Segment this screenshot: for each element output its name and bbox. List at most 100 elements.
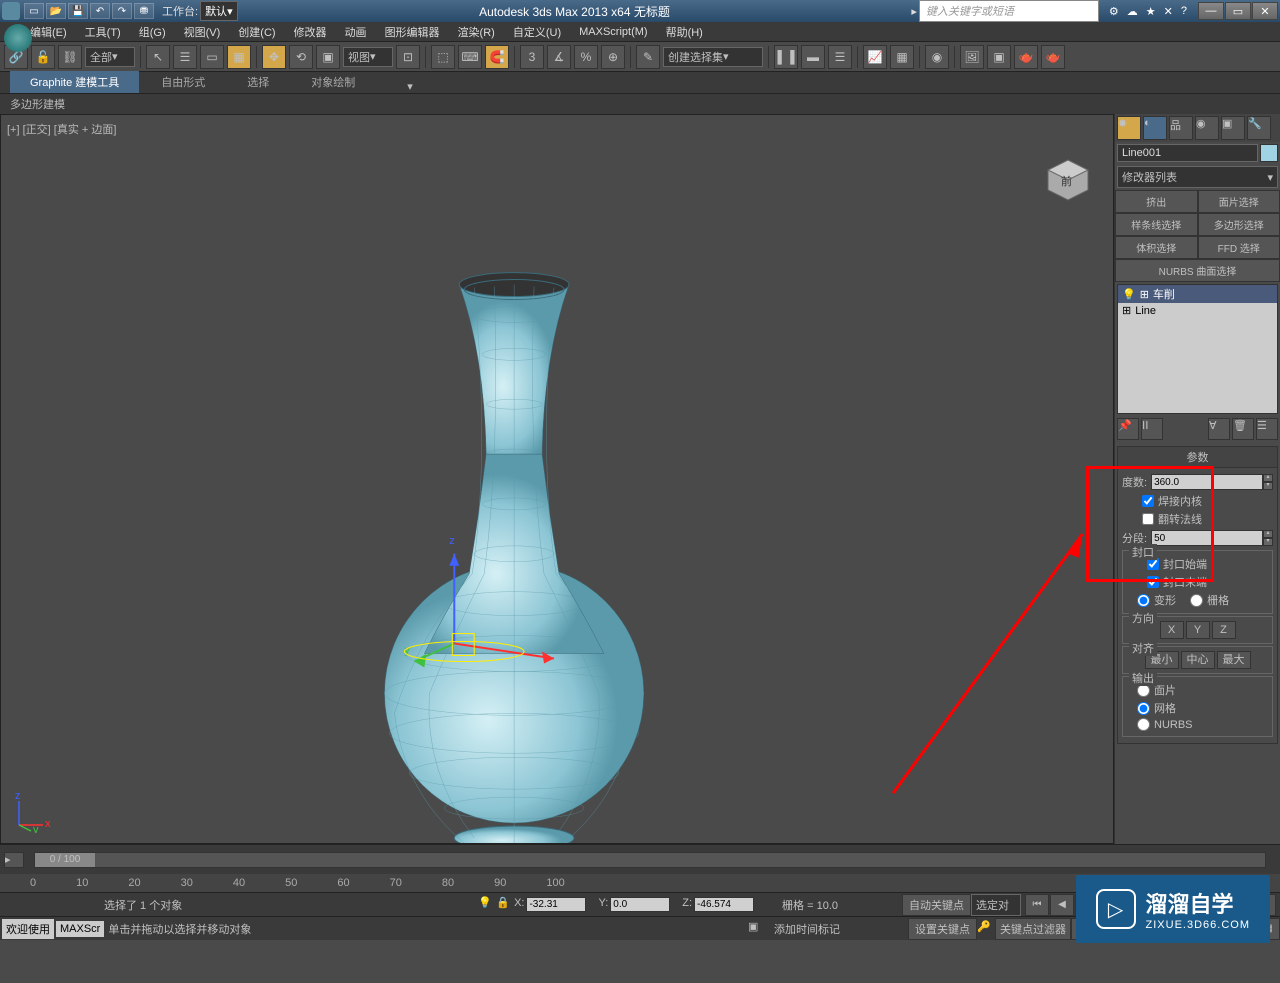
auto-key-button[interactable]: 自动关键点 bbox=[902, 894, 971, 916]
dir-x-button[interactable]: X bbox=[1160, 621, 1184, 639]
add-time-tag[interactable]: 添加时间标记 bbox=[766, 921, 848, 937]
segments-input[interactable] bbox=[1151, 530, 1263, 546]
select-name-icon[interactable]: ☰ bbox=[173, 45, 197, 69]
set-key-button[interactable]: 设置关键点 bbox=[908, 918, 977, 940]
qat-save[interactable]: 💾 bbox=[68, 3, 88, 19]
qat-open[interactable]: 📂 bbox=[46, 3, 66, 19]
modify-tab-icon[interactable]: ◐ bbox=[1143, 116, 1167, 140]
weld-core-checkbox[interactable] bbox=[1142, 495, 1154, 507]
maxscript-listener[interactable]: MAXScr bbox=[56, 921, 104, 937]
ref-coord-dropdown[interactable]: 视图 ▾ bbox=[343, 47, 393, 67]
viewport-label[interactable]: [+] [正交] [真实 + 边面] bbox=[7, 121, 116, 137]
dir-z-button[interactable]: Z bbox=[1212, 621, 1236, 639]
mirror-icon[interactable]: ▌▐ bbox=[774, 45, 798, 69]
show-end-icon[interactable]: ⅠⅠ bbox=[1141, 418, 1163, 440]
snap-3-icon[interactable]: 3 bbox=[520, 45, 544, 69]
qat-new[interactable]: ▭ bbox=[24, 3, 44, 19]
lock-selection-icon[interactable]: 🔒 bbox=[492, 896, 510, 914]
search-input[interactable]: 键入关键字或短语 bbox=[919, 0, 1099, 22]
menu-help[interactable]: 帮助(H) bbox=[666, 24, 703, 40]
object-color-swatch[interactable] bbox=[1260, 144, 1278, 162]
tab-graphite[interactable]: Graphite 建模工具 bbox=[10, 71, 139, 93]
unlink-icon[interactable]: 🔓 bbox=[31, 45, 55, 69]
modifier-stack[interactable]: 💡⊞车削 ⊞Line bbox=[1117, 284, 1278, 414]
menu-create[interactable]: 创建(C) bbox=[238, 24, 275, 40]
spin-up-icon[interactable]: ▴ bbox=[1263, 474, 1273, 482]
mod-ffdsel[interactable]: FFD 选择 bbox=[1198, 236, 1280, 259]
select-icon[interactable]: ↖ bbox=[146, 45, 170, 69]
menu-graph[interactable]: 图形编辑器 bbox=[385, 24, 440, 40]
display-tab-icon[interactable]: ▣ bbox=[1221, 116, 1245, 140]
out-nurbs-radio[interactable] bbox=[1137, 718, 1150, 731]
spin-down-icon[interactable]: ▾ bbox=[1263, 482, 1273, 490]
align-center-button[interactable]: 中心 bbox=[1181, 651, 1215, 669]
align-icon[interactable]: ▬ bbox=[801, 45, 825, 69]
star-icon[interactable]: ★ bbox=[1146, 5, 1156, 18]
tab-freeform[interactable]: 自由形式 bbox=[141, 71, 225, 93]
view-cube[interactable]: 前 bbox=[1043, 155, 1093, 205]
named-set-dropdown[interactable]: 创建选择集 ▾ bbox=[663, 47, 763, 67]
render-frame-icon[interactable]: ▣ bbox=[987, 45, 1011, 69]
minimize-button[interactable]: — bbox=[1198, 2, 1224, 20]
key-filter-button[interactable]: 关键点过滤器 bbox=[995, 918, 1071, 940]
viewport[interactable]: [+] [正交] [真实 + 边面] bbox=[0, 114, 1114, 844]
qat-project[interactable]: ⛃ bbox=[134, 3, 154, 19]
mod-volsel[interactable]: 体积选择 bbox=[1115, 236, 1198, 259]
menu-customize[interactable]: 自定义(U) bbox=[513, 24, 561, 40]
dir-y-button[interactable]: Y bbox=[1186, 621, 1210, 639]
motion-tab-icon[interactable]: ◉ bbox=[1195, 116, 1219, 140]
lightbulb-icon[interactable]: 💡 bbox=[1122, 288, 1136, 301]
ribbon-subheader[interactable]: 多边形建模 bbox=[0, 94, 1280, 114]
close-button[interactable]: ✕ bbox=[1252, 2, 1278, 20]
infocenter-icon[interactable]: ⚙ bbox=[1109, 5, 1119, 18]
tab-paint[interactable]: 对象绘制 bbox=[291, 71, 375, 93]
align-max-button[interactable]: 最大 bbox=[1217, 651, 1251, 669]
ribbon-expand-icon[interactable]: ▾ bbox=[407, 80, 413, 93]
timeline-config-icon[interactable]: ▸ bbox=[4, 852, 24, 868]
rotate-icon[interactable]: ⟲ bbox=[289, 45, 313, 69]
spinner-snap-icon[interactable]: ⊕ bbox=[601, 45, 625, 69]
exchange-icon[interactable]: ✕ bbox=[1164, 5, 1173, 18]
percent-snap-icon[interactable]: % bbox=[574, 45, 598, 69]
select-region-icon[interactable]: ▭ bbox=[200, 45, 224, 69]
cloud-icon[interactable]: ☁ bbox=[1127, 5, 1138, 18]
mod-extrude[interactable]: 挤出 bbox=[1115, 190, 1198, 213]
app-icon[interactable] bbox=[2, 2, 20, 20]
selection-filter[interactable]: 全部 ▾ bbox=[85, 47, 135, 67]
schematic-icon[interactable]: ▦ bbox=[890, 45, 914, 69]
menu-edit[interactable]: 编辑(E) bbox=[30, 24, 67, 40]
time-thumb[interactable]: 0 / 100 bbox=[35, 853, 95, 867]
pin-stack-icon[interactable]: 📌 bbox=[1117, 418, 1139, 440]
menu-group[interactable]: 组(G) bbox=[139, 24, 166, 40]
menu-animation[interactable]: 动画 bbox=[345, 24, 367, 40]
material-editor-icon[interactable]: ◉ bbox=[925, 45, 949, 69]
qat-redo[interactable]: ↷ bbox=[112, 3, 132, 19]
menu-modifiers[interactable]: 修改器 bbox=[294, 24, 327, 40]
tab-selection[interactable]: 选择 bbox=[227, 71, 289, 93]
window-crossing-icon[interactable]: ▦ bbox=[227, 45, 251, 69]
render-setup-icon[interactable]: 🖼 bbox=[960, 45, 984, 69]
menu-maxscript[interactable]: MAXScript(M) bbox=[579, 26, 647, 38]
workspace-dropdown[interactable]: 默认 ▾ bbox=[200, 1, 238, 21]
goto-start-icon[interactable]: ⏮ bbox=[1025, 894, 1049, 916]
prev-frame-icon[interactable]: ◀ bbox=[1050, 894, 1074, 916]
flip-normals-checkbox[interactable] bbox=[1142, 513, 1154, 525]
layers-icon[interactable]: ☰ bbox=[828, 45, 852, 69]
degrees-input[interactable] bbox=[1151, 474, 1263, 490]
x-coord-input[interactable] bbox=[526, 897, 586, 912]
lock-icon[interactable]: 💡 bbox=[474, 896, 492, 914]
key-mode-dropdown[interactable]: 选定对 bbox=[971, 894, 1021, 916]
angle-snap-icon[interactable]: ∡ bbox=[547, 45, 571, 69]
help-icon[interactable]: ? bbox=[1181, 5, 1187, 18]
bind-icon[interactable]: ⛓ bbox=[58, 45, 82, 69]
key-filters-icon[interactable]: 🔑 bbox=[977, 920, 995, 938]
hierarchy-tab-icon[interactable]: 品 bbox=[1169, 116, 1193, 140]
cap-end-checkbox[interactable] bbox=[1147, 576, 1159, 588]
morph-radio[interactable] bbox=[1137, 594, 1150, 607]
grid-radio[interactable] bbox=[1190, 594, 1203, 607]
modifier-list-dropdown[interactable]: 修改器列表▾ bbox=[1117, 166, 1278, 188]
application-button[interactable] bbox=[4, 24, 32, 52]
remove-mod-icon[interactable]: 🗑 bbox=[1232, 418, 1254, 440]
render-last-icon[interactable]: 🫖 bbox=[1041, 45, 1065, 69]
move-icon[interactable]: ✥ bbox=[262, 45, 286, 69]
